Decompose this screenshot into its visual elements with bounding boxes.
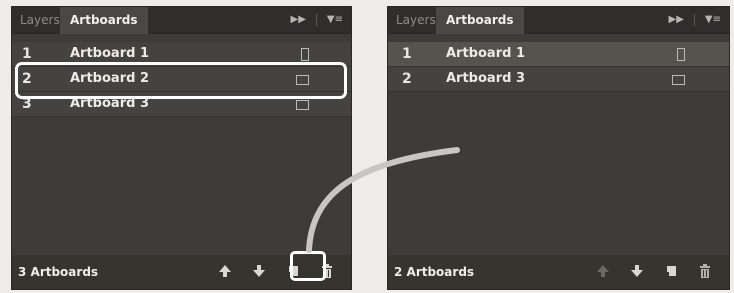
footer-buttons bbox=[595, 263, 713, 279]
move-down-icon[interactable] bbox=[629, 263, 645, 279]
artboard-count: 3 Artboards bbox=[18, 265, 99, 279]
divider bbox=[693, 14, 695, 26]
panel-footer: 2 Artboards bbox=[388, 255, 729, 289]
trash-icon[interactable] bbox=[697, 263, 713, 279]
artboard-options-icon[interactable] bbox=[677, 48, 685, 61]
move-up-icon[interactable] bbox=[595, 263, 611, 279]
artboard-list: 1 Artboard 1 2 Artboard 3 bbox=[388, 42, 729, 92]
artboard-name[interactable]: Artboard 1 bbox=[446, 42, 525, 66]
artboard-name[interactable]: Artboard 3 bbox=[446, 67, 525, 91]
collapse-icon[interactable]: ▶▶ bbox=[291, 12, 306, 28]
tab-artboards[interactable]: Artboards bbox=[436, 7, 524, 34]
tab-artboards[interactable]: Artboards bbox=[60, 7, 148, 34]
artboard-options-icon[interactable] bbox=[301, 48, 309, 61]
artboards-panel-before: Layers Artboards ▶▶ ▼≡ 1 Artboard 1 2 Ar… bbox=[11, 6, 352, 290]
selected-row-callout bbox=[15, 62, 347, 99]
panel-tab-bar: Layers Artboards ▶▶ ▼≡ bbox=[388, 7, 729, 34]
move-up-icon[interactable] bbox=[217, 263, 233, 279]
collapse-icon[interactable]: ▶▶ bbox=[669, 12, 684, 28]
artboard-count: 2 Artboards bbox=[394, 265, 475, 279]
panel-controls: ▶▶ ▼≡ bbox=[669, 12, 721, 28]
artboard-row[interactable]: 1 Artboard 1 bbox=[388, 42, 729, 67]
artboard-options-icon[interactable] bbox=[672, 75, 685, 85]
new-artboard-icon[interactable] bbox=[663, 263, 679, 279]
artboards-panel-after: Layers Artboards ▶▶ ▼≡ 1 Artboard 1 2 Ar… bbox=[387, 6, 730, 290]
panel-controls: ▶▶ ▼≡ bbox=[291, 12, 343, 28]
artboard-number: 2 bbox=[402, 71, 412, 87]
panel-menu-icon[interactable]: ▼≡ bbox=[327, 12, 343, 28]
trash-button-callout bbox=[290, 251, 326, 281]
artboard-options-icon[interactable] bbox=[296, 100, 309, 110]
artboard-row[interactable]: 2 Artboard 3 bbox=[388, 67, 729, 92]
panel-menu-icon[interactable]: ▼≡ bbox=[705, 12, 721, 28]
move-down-icon[interactable] bbox=[251, 263, 267, 279]
divider bbox=[315, 14, 317, 26]
artboard-number: 1 bbox=[402, 46, 412, 62]
panel-tab-bar: Layers Artboards ▶▶ ▼≡ bbox=[12, 7, 351, 34]
